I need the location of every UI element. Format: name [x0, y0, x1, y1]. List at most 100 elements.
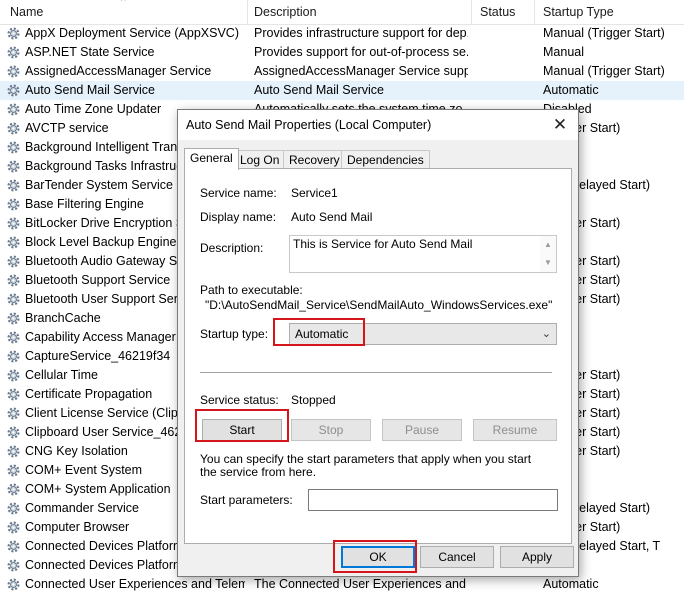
start-button[interactable]: Start — [202, 419, 282, 441]
column-header-description-label: Description — [254, 5, 317, 19]
startup-type-select[interactable]: Automatic ⌄ — [289, 323, 557, 345]
service-name-label: Service name: — [200, 186, 277, 200]
gear-icon — [6, 311, 21, 326]
divider — [200, 372, 552, 374]
gear-icon — [6, 45, 21, 60]
table-row[interactable]: Auto Send Mail Service Auto Send Mail Ser… — [0, 81, 684, 100]
scroll-up-icon[interactable]: ▲ — [540, 238, 556, 252]
general-tab-panel: Service name: Service1 Display name: Aut… — [184, 168, 572, 544]
service-name-cell: AppX Deployment Service (AppXSVC) — [25, 26, 239, 40]
service-description-cell: The Connected User Experiences and Tele.… — [254, 577, 468, 591]
gear-icon — [6, 140, 21, 155]
gear-icon — [6, 406, 21, 421]
stop-button[interactable]: Stop — [291, 419, 371, 441]
resume-button-label: Resume — [492, 423, 538, 437]
cancel-button[interactable]: Cancel — [420, 546, 494, 568]
table-row[interactable]: ASP.NET State Service Provides support fo… — [0, 43, 684, 62]
gear-icon — [6, 254, 21, 269]
startup-type-value: Automatic — [295, 327, 349, 341]
description-text: This is Service for Auto Send Mail — [293, 237, 473, 251]
service-startup-type-cell: Automatic — [543, 577, 599, 591]
description-label: Description: — [200, 241, 264, 255]
stop-button-label: Stop — [318, 423, 344, 437]
service-status-label: Service status: — [200, 393, 279, 407]
service-startup-type-cell: Manual (Trigger Start) — [543, 26, 665, 40]
column-header-startup-type-label: Startup Type — [543, 5, 614, 19]
display-name-label: Display name: — [200, 210, 277, 224]
close-icon[interactable]: ✕ — [548, 113, 572, 137]
resume-button[interactable]: Resume — [473, 419, 557, 441]
start-params-hint: You can specify the start parameters tha… — [200, 452, 532, 479]
startup-type-label: Startup type: — [200, 327, 269, 341]
tab-recovery[interactable]: Recovery — [283, 150, 346, 169]
path-value: "D:\AutoSendMail_Service\SendMailAuto_Wi… — [205, 298, 553, 312]
pause-button[interactable]: Pause — [382, 419, 462, 441]
gear-icon — [6, 159, 21, 174]
service-description-cell: AssignedAccessManager Service supp... — [254, 64, 468, 78]
gear-icon — [6, 26, 21, 41]
gear-icon — [6, 292, 21, 307]
service-properties-dialog: Auto Send Mail Properties (Local Compute… — [177, 109, 579, 577]
tab-dependencies[interactable]: Dependencies — [341, 150, 430, 169]
gear-icon — [6, 463, 21, 478]
sort-ascending-icon: ^ — [121, 0, 126, 7]
gear-icon — [6, 577, 21, 592]
start-params-label: Start parameters: — [200, 493, 293, 507]
column-header-status[interactable]: Status — [470, 0, 534, 24]
gear-icon — [6, 520, 21, 535]
tab-dependencies-label: Dependencies — [347, 153, 424, 167]
gear-icon — [6, 387, 21, 402]
service-startup-type-cell: Manual — [543, 45, 584, 59]
list-header: Name ^ Description Status Startup Type — [0, 0, 684, 25]
gear-icon — [6, 425, 21, 440]
gear-icon — [6, 330, 21, 345]
start-params-input[interactable] — [308, 489, 558, 511]
table-row[interactable]: AssignedAccessManager Service AssignedAcc… — [0, 62, 684, 81]
gear-icon — [6, 197, 21, 212]
pause-button-label: Pause — [404, 423, 440, 437]
gear-icon — [6, 64, 21, 79]
tab-general-label: General — [190, 151, 233, 165]
apply-button[interactable]: Apply — [500, 546, 574, 568]
apply-button-label: Apply — [521, 550, 553, 564]
dialog-title: Auto Send Mail Properties (Local Compute… — [186, 118, 432, 132]
column-header-description[interactable]: Description — [244, 0, 470, 24]
tab-general[interactable]: General — [184, 148, 239, 170]
table-row[interactable]: AppX Deployment Service (AppXSVC) Provide… — [0, 24, 684, 43]
description-scrollbar[interactable]: ▲ ▼ — [540, 236, 556, 272]
display-name-value: Auto Send Mail — [291, 210, 373, 224]
chevron-down-icon: ⌄ — [541, 328, 551, 340]
service-description-cell: Provides support for out-of-process se..… — [254, 45, 468, 59]
gear-icon — [6, 102, 21, 117]
gear-icon — [6, 216, 21, 231]
path-label: Path to executable: — [200, 283, 303, 297]
gear-icon — [6, 444, 21, 459]
column-header-startup-type[interactable]: Startup Type — [533, 0, 684, 24]
ok-button[interactable]: OK — [341, 546, 415, 568]
gear-icon — [6, 121, 21, 136]
service-startup-type-cell: Manual (Trigger Start) — [543, 64, 665, 78]
tab-log-on-label: Log On — [240, 153, 280, 167]
tab-log-on[interactable]: Log On — [234, 150, 286, 169]
service-description-cell: Provides infrastructure support for dep.… — [254, 26, 468, 40]
service-name-cell: AssignedAccessManager Service — [25, 64, 212, 78]
service-status-value: Stopped — [291, 393, 336, 407]
service-description-cell: Auto Send Mail Service — [254, 83, 384, 97]
gear-icon — [6, 501, 21, 516]
scroll-down-icon[interactable]: ▼ — [540, 256, 556, 270]
table-row[interactable]: Connected User Experiences and Telem The … — [0, 575, 684, 594]
service-name-cell: Auto Send Mail Service — [25, 83, 155, 97]
dialog-titlebar[interactable]: Auto Send Mail Properties (Local Compute… — [178, 110, 578, 140]
service-name-cell: ASP.NET State Service — [25, 45, 155, 59]
tab-recovery-label: Recovery — [289, 153, 340, 167]
service-startup-type-cell: Automatic — [543, 83, 599, 97]
ok-button-label: OK — [369, 550, 387, 564]
start-button-label: Start — [229, 423, 255, 437]
service-name-value: Service1 — [291, 186, 338, 200]
service-name-cell: Connected User Experiences and Telem — [25, 577, 245, 591]
description-field[interactable]: This is Service for Auto Send Mail ▲ ▼ — [289, 235, 557, 273]
gear-icon — [6, 368, 21, 383]
gear-icon — [6, 235, 21, 250]
gear-icon — [6, 83, 21, 98]
gear-icon — [6, 349, 21, 364]
